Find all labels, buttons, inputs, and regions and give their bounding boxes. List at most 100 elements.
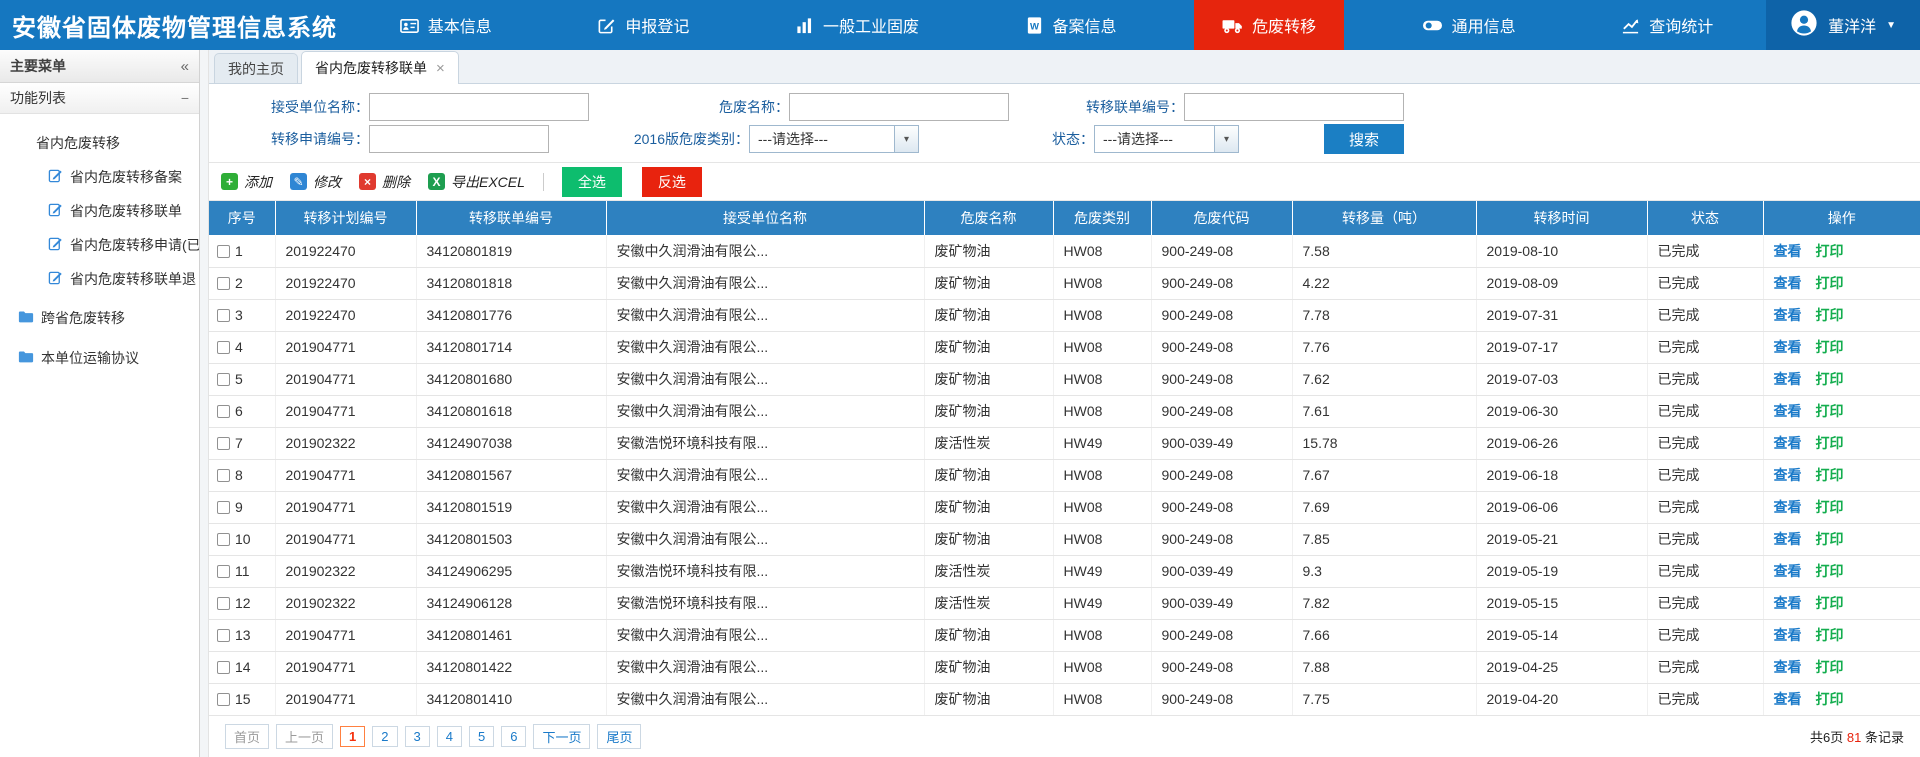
row-checkbox[interactable]	[217, 629, 230, 642]
print-link[interactable]: 打印	[1816, 691, 1844, 707]
nav-filing-info[interactable]: W 备案信息	[997, 0, 1145, 50]
view-link[interactable]: 查看	[1774, 691, 1802, 707]
page-number-button[interactable]: 5	[469, 726, 494, 747]
print-link[interactable]: 打印	[1816, 403, 1844, 419]
row-checkbox[interactable]	[217, 661, 230, 674]
add-button[interactable]: + 添加	[221, 172, 272, 192]
view-link[interactable]: 查看	[1774, 627, 1802, 643]
view-link[interactable]: 查看	[1774, 339, 1802, 355]
print-link[interactable]: 打印	[1816, 499, 1844, 515]
tree-item-transfer-manifest[interactable]: 省内危废转移联单	[0, 194, 199, 228]
nav-declaration[interactable]: 申报登记	[569, 0, 717, 50]
next-page-button[interactable]: 下一页	[533, 724, 590, 749]
export-excel-button[interactable]: X 导出EXCEL	[428, 172, 525, 192]
row-checkbox[interactable]	[217, 597, 230, 610]
view-link[interactable]: 查看	[1774, 531, 1802, 547]
row-checkbox[interactable]	[217, 277, 230, 290]
view-link[interactable]: 查看	[1774, 371, 1802, 387]
print-link[interactable]: 打印	[1816, 531, 1844, 547]
row-checkbox[interactable]	[217, 565, 230, 578]
view-link[interactable]: 查看	[1774, 435, 1802, 451]
nav-query-stats[interactable]: 查询统计	[1593, 0, 1741, 50]
view-link[interactable]: 查看	[1774, 595, 1802, 611]
view-link[interactable]: 查看	[1774, 499, 1802, 515]
function-list-header[interactable]: 功能列表 −	[0, 83, 199, 114]
row-checkbox[interactable]	[217, 373, 230, 386]
page-number-button[interactable]: 6	[501, 726, 526, 747]
close-tab-icon[interactable]: ×	[436, 61, 445, 76]
status-select[interactable]: ---请选择--- ▾	[1094, 125, 1239, 153]
view-link[interactable]: 查看	[1774, 243, 1802, 259]
prev-page-button[interactable]: 上一页	[276, 724, 333, 749]
page-number-button[interactable]: 2	[372, 726, 397, 747]
view-link[interactable]: 查看	[1774, 275, 1802, 291]
cell-plan-no: 201904771	[275, 523, 416, 555]
row-checkbox[interactable]	[217, 405, 230, 418]
first-page-button[interactable]: 首页	[225, 724, 269, 749]
collapse-sidebar-icon[interactable]: «	[181, 58, 189, 75]
page-number-button[interactable]: 3	[405, 726, 430, 747]
row-checkbox[interactable]	[217, 693, 230, 706]
nav-industrial-waste[interactable]: 一般工业固废	[767, 0, 947, 50]
cell-plan-no: 201902322	[275, 427, 416, 459]
user-menu[interactable]: 董洋洋 ▼	[1766, 0, 1920, 50]
row-checkbox[interactable]	[217, 309, 230, 322]
nav-label: 申报登记	[625, 13, 689, 37]
row-checkbox[interactable]	[217, 437, 230, 450]
cell-plan-no: 201902322	[275, 555, 416, 587]
print-link[interactable]: 打印	[1816, 563, 1844, 579]
topbar: 安徽省固体废物管理信息系统 基本信息 申报登记 一般工业固废 W 备案信息 危废…	[0, 0, 1920, 50]
print-link[interactable]: 打印	[1816, 307, 1844, 323]
tree-item-transfer-apply[interactable]: 省内危废转移申请(已	[0, 228, 199, 262]
tree-item-manifest-return[interactable]: 省内危废转移联单退	[0, 262, 199, 296]
print-link[interactable]: 打印	[1816, 627, 1844, 643]
row-checkbox[interactable]	[217, 245, 230, 258]
nav-hazardous-transfer[interactable]: 危废转移	[1194, 0, 1344, 50]
print-link[interactable]: 打印	[1816, 595, 1844, 611]
tree-item-label: 省内危废转移备案	[70, 167, 182, 187]
view-link[interactable]: 查看	[1774, 659, 1802, 675]
tree-node-province-transfer[interactable]: 省内危废转移	[0, 126, 199, 160]
print-link[interactable]: 打印	[1816, 371, 1844, 387]
search-button[interactable]: 搜索	[1324, 124, 1404, 154]
view-link[interactable]: 查看	[1774, 563, 1802, 579]
print-link[interactable]: 打印	[1816, 467, 1844, 483]
tree-item-cross-province-transfer[interactable]: 跨省危废转移	[0, 300, 199, 336]
page-number-button[interactable]: 1	[340, 726, 365, 747]
tab-home[interactable]: 我的主页	[214, 53, 298, 83]
waste-name-input[interactable]	[789, 93, 1009, 121]
row-checkbox[interactable]	[217, 341, 230, 354]
view-link[interactable]: 查看	[1774, 467, 1802, 483]
select-all-button[interactable]: 全选	[562, 167, 622, 197]
excel-icon: X	[428, 173, 445, 190]
view-link[interactable]: 查看	[1774, 403, 1802, 419]
toggle-icon	[1422, 16, 1443, 35]
print-link[interactable]: 打印	[1816, 275, 1844, 291]
row-checkbox[interactable]	[217, 533, 230, 546]
tree-item-transport-agreement[interactable]: 本单位运输协议	[0, 340, 199, 376]
nav-general-info[interactable]: 通用信息	[1394, 0, 1544, 50]
apply-no-input[interactable]	[369, 125, 549, 153]
edit-button[interactable]: ✎ 修改	[290, 172, 341, 192]
nav-basic-info[interactable]: 基本信息	[372, 0, 520, 50]
delete-button[interactable]: × 删除	[359, 172, 410, 192]
cell-plan-no: 201904771	[275, 395, 416, 427]
manifest-no-input[interactable]	[1184, 93, 1404, 121]
receiver-name-input[interactable]	[369, 93, 589, 121]
cell-company: 安徽中久润滑油有限公...	[606, 619, 924, 651]
tab-manifest[interactable]: 省内危废转移联单 ×	[301, 51, 459, 84]
print-link[interactable]: 打印	[1816, 339, 1844, 355]
invert-selection-button[interactable]: 反选	[642, 167, 702, 197]
print-link[interactable]: 打印	[1816, 435, 1844, 451]
tree-item-transfer-filing[interactable]: 省内危废转移备案	[0, 160, 199, 194]
tree-item-label: 省内危废转移联单退	[70, 269, 196, 289]
print-link[interactable]: 打印	[1816, 659, 1844, 675]
page-number-button[interactable]: 4	[437, 726, 462, 747]
sidebar-splitter[interactable]	[200, 50, 209, 757]
last-page-button[interactable]: 尾页	[597, 724, 641, 749]
print-link[interactable]: 打印	[1816, 243, 1844, 259]
row-checkbox[interactable]	[217, 469, 230, 482]
view-link[interactable]: 查看	[1774, 307, 1802, 323]
waste-category-select[interactable]: ---请选择--- ▾	[749, 125, 919, 153]
row-checkbox[interactable]	[217, 501, 230, 514]
